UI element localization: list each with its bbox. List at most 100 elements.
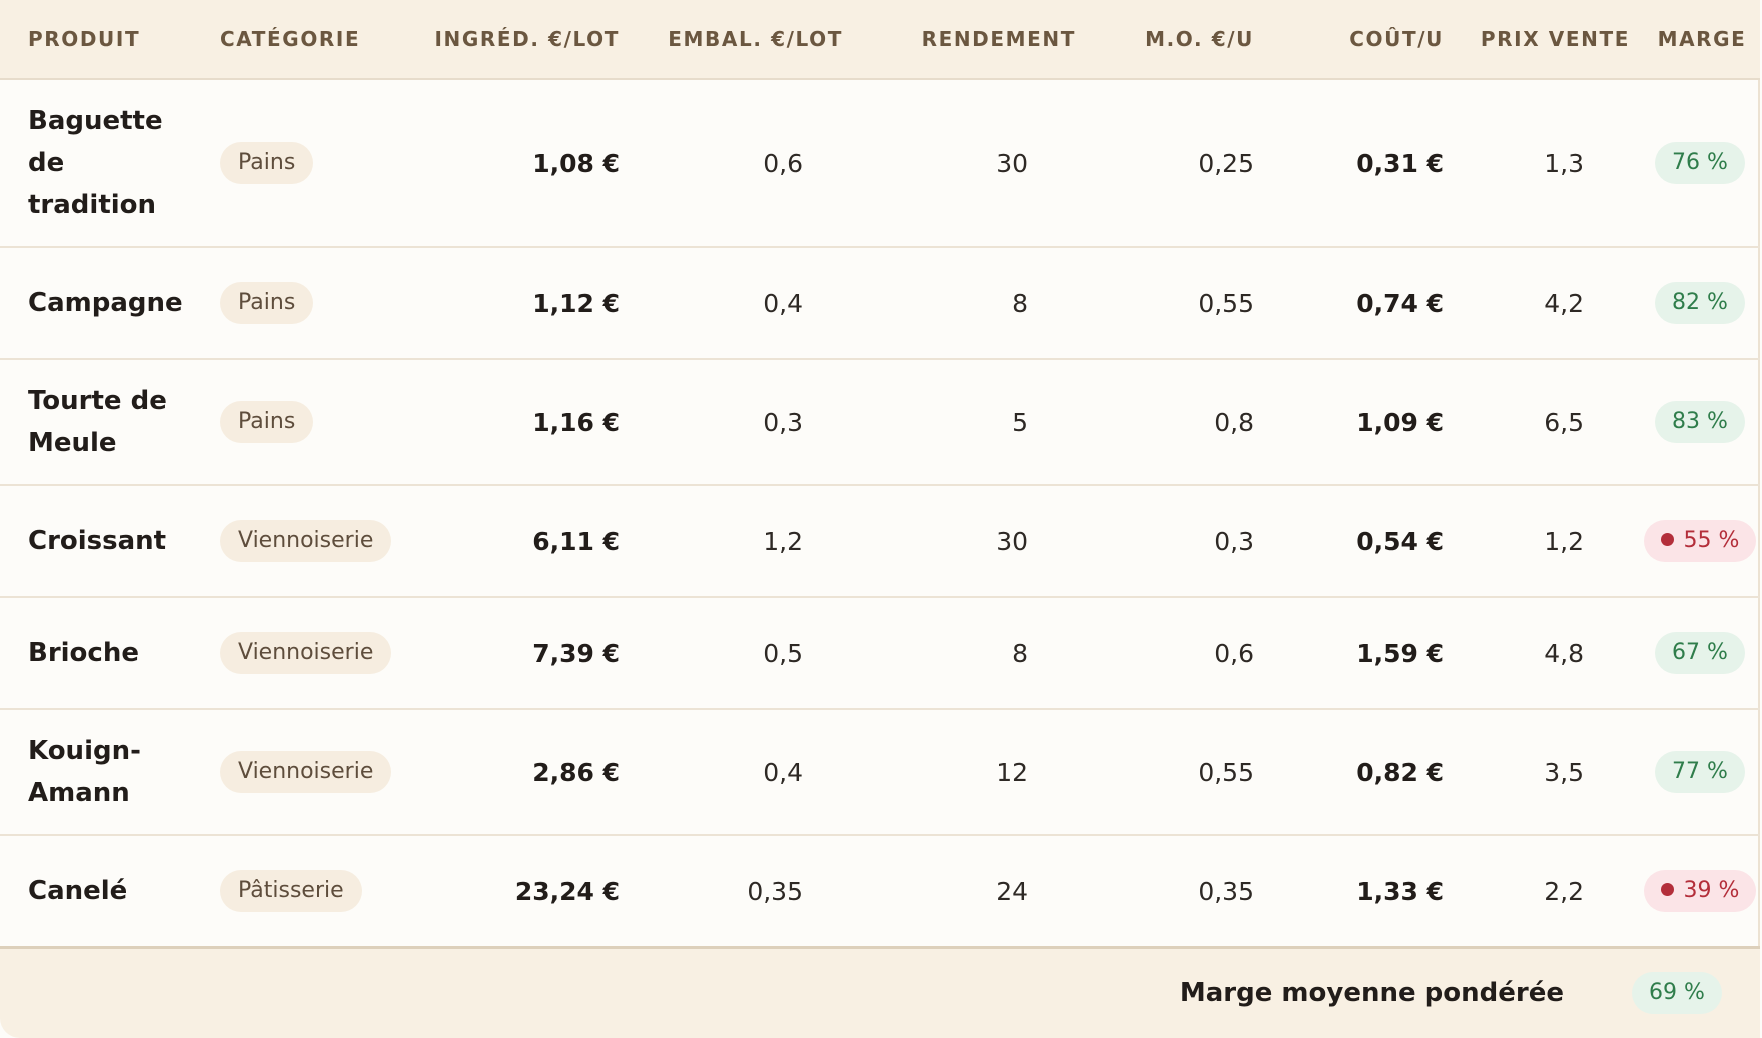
- table-row[interactable]: Campagne Pains 1,12 €0,4 8 0,55 0,74 €4,2 82 %: [0, 247, 1760, 360]
- cell-produit: Tourte de Meule: [0, 359, 196, 486]
- cell-emballage: 0,4: [630, 247, 853, 360]
- cell-marge: 55 %: [1640, 485, 1760, 598]
- alert-dot-icon: [1660, 883, 1674, 896]
- cell-emballage: 1,2: [630, 485, 853, 598]
- product-cost-table: PRODUIT CATÉGORIE INGRÉD. €/LOT EMBAL. €…: [0, 0, 1760, 948]
- cell-ingredients: 2,86 €: [392, 709, 630, 836]
- header-marge[interactable]: MARGE: [1640, 0, 1760, 80]
- cell-prix: 4,8: [1454, 597, 1640, 710]
- cell-categorie: Pâtisserie: [196, 835, 392, 948]
- cell-ingredients: 1,12 €: [392, 247, 630, 360]
- cell-emballage: 0,6: [630, 79, 853, 248]
- cell-categorie: Viennoiserie: [196, 597, 392, 710]
- table-row[interactable]: Canelé Pâtisserie 23,24 €0,35 24 0,35 1,33 €2…: [0, 835, 1760, 948]
- cell-ingredients: 1,08 €: [392, 79, 630, 248]
- margin-value: 83 %: [1672, 409, 1728, 434]
- cell-produit: Croissant: [0, 485, 196, 598]
- header-rendement[interactable]: RENDEMENT: [853, 0, 1086, 80]
- cell-cout: 1,59 €: [1264, 597, 1454, 710]
- category-pill: Pâtisserie: [220, 870, 362, 912]
- margin-badge: 39 %: [1643, 870, 1757, 912]
- cell-cout: 0,82 €: [1264, 709, 1454, 836]
- cell-emballage: 0,3: [630, 359, 853, 486]
- margin-badge: 77 %: [1655, 751, 1745, 793]
- margin-value: 76 %: [1672, 150, 1728, 175]
- cell-marge: 83 %: [1640, 359, 1760, 486]
- cell-rendement: 12: [853, 709, 1086, 836]
- cell-main-oeuvre: 0,3: [1086, 485, 1264, 598]
- cell-categorie: Pains: [196, 247, 392, 360]
- cell-marge: 67 %: [1640, 597, 1760, 710]
- cost-table-container: PRODUIT CATÉGORIE INGRÉD. €/LOT EMBAL. €…: [0, 0, 1760, 1038]
- margin-badge: 82 %: [1655, 282, 1745, 324]
- cell-main-oeuvre: 0,25: [1086, 79, 1264, 248]
- category-pill: Viennoiserie: [220, 751, 392, 793]
- cell-prix: 1,3: [1454, 79, 1640, 248]
- cell-emballage: 0,4: [630, 709, 853, 836]
- cell-rendement: 24: [853, 835, 1086, 948]
- cell-prix: 6,5: [1454, 359, 1640, 486]
- cell-marge: 82 %: [1640, 247, 1760, 360]
- header-produit[interactable]: PRODUIT: [0, 0, 196, 80]
- cell-categorie: Viennoiserie: [196, 485, 392, 598]
- cell-cout: 0,54 €: [1264, 485, 1454, 598]
- table-row[interactable]: Brioche Viennoiserie 7,39 €0,5 8 0,6 1,59 €4,…: [0, 597, 1760, 710]
- table-body: Baguette de tradition Pains 1,08 €0,6 30 0,2…: [0, 79, 1760, 948]
- cell-main-oeuvre: 0,8: [1086, 359, 1264, 486]
- cell-rendement: 8: [853, 247, 1086, 360]
- cell-cout: 0,31 €: [1264, 79, 1454, 248]
- header-emballage[interactable]: EMBAL. €/LOT: [630, 0, 853, 80]
- margin-value: 82 %: [1672, 290, 1728, 315]
- cell-emballage: 0,35: [630, 835, 853, 948]
- header-cout[interactable]: COÛT/U: [1264, 0, 1454, 80]
- category-pill: Pains: [220, 401, 314, 443]
- weighted-margin-badge: 69 %: [1632, 972, 1722, 1014]
- cell-cout: 0,74 €: [1264, 247, 1454, 360]
- weighted-margin-label: Marge moyenne pondérée: [1179, 978, 1564, 1008]
- category-pill: Pains: [220, 142, 314, 184]
- cell-cout: 1,33 €: [1264, 835, 1454, 948]
- cell-main-oeuvre: 0,35: [1086, 835, 1264, 948]
- cell-ingredients: 7,39 €: [392, 597, 630, 710]
- margin-value: 77 %: [1672, 759, 1728, 784]
- margin-badge: 55 %: [1643, 520, 1757, 562]
- table-row[interactable]: Tourte de Meule Pains 1,16 €0,3 5 0,8 1,09 €6…: [0, 359, 1760, 486]
- margin-badge: 83 %: [1655, 401, 1745, 443]
- header-categorie[interactable]: CATÉGORIE: [196, 0, 392, 80]
- cell-prix: 3,5: [1454, 709, 1640, 836]
- cell-main-oeuvre: 0,55: [1086, 247, 1264, 360]
- cell-main-oeuvre: 0,6: [1086, 597, 1264, 710]
- cell-ingredients: 6,11 €: [392, 485, 630, 598]
- header-prix[interactable]: PRIX VENTE: [1454, 0, 1640, 80]
- cell-produit: Baguette de tradition: [0, 79, 196, 248]
- margin-value: 55 %: [1683, 528, 1740, 553]
- cell-rendement: 5: [853, 359, 1086, 486]
- cell-produit: Kouign-Amann: [0, 709, 196, 836]
- cell-rendement: 30: [853, 79, 1086, 248]
- alert-dot-icon: [1660, 533, 1674, 546]
- table-header-row: PRODUIT CATÉGORIE INGRÉD. €/LOT EMBAL. €…: [0, 0, 1760, 80]
- cell-marge: 76 %: [1640, 79, 1760, 248]
- cell-ingredients: 23,24 €: [392, 835, 630, 948]
- cell-cout: 1,09 €: [1264, 359, 1454, 486]
- cell-marge: 77 %: [1640, 709, 1760, 836]
- table-row[interactable]: Baguette de tradition Pains 1,08 €0,6 30 0,2…: [0, 79, 1760, 248]
- header-main-oeuvre[interactable]: M.O. €/U: [1086, 0, 1264, 80]
- table-row[interactable]: Croissant Viennoiserie 6,11 €1,2 30 0,3 0,54 …: [0, 485, 1760, 598]
- cell-produit: Canelé: [0, 835, 196, 948]
- margin-badge: 67 %: [1655, 632, 1745, 674]
- category-pill: Viennoiserie: [220, 632, 392, 674]
- table-row[interactable]: Kouign-Amann Viennoiserie 2,86 €0,4 12 0,55 0…: [0, 709, 1760, 836]
- margin-value: 67 %: [1672, 640, 1728, 665]
- header-ingredients[interactable]: INGRÉD. €/LOT: [392, 0, 630, 80]
- cell-categorie: Pains: [196, 359, 392, 486]
- cell-ingredients: 1,16 €: [392, 359, 630, 486]
- category-pill: Viennoiserie: [220, 520, 392, 562]
- cell-categorie: Viennoiserie: [196, 709, 392, 836]
- margin-badge: 76 %: [1655, 142, 1745, 184]
- cell-marge: 39 %: [1640, 835, 1760, 948]
- cell-prix: 4,2: [1454, 247, 1640, 360]
- cell-emballage: 0,5: [630, 597, 853, 710]
- margin-value: 39 %: [1683, 878, 1740, 903]
- cell-produit: Campagne: [0, 247, 196, 360]
